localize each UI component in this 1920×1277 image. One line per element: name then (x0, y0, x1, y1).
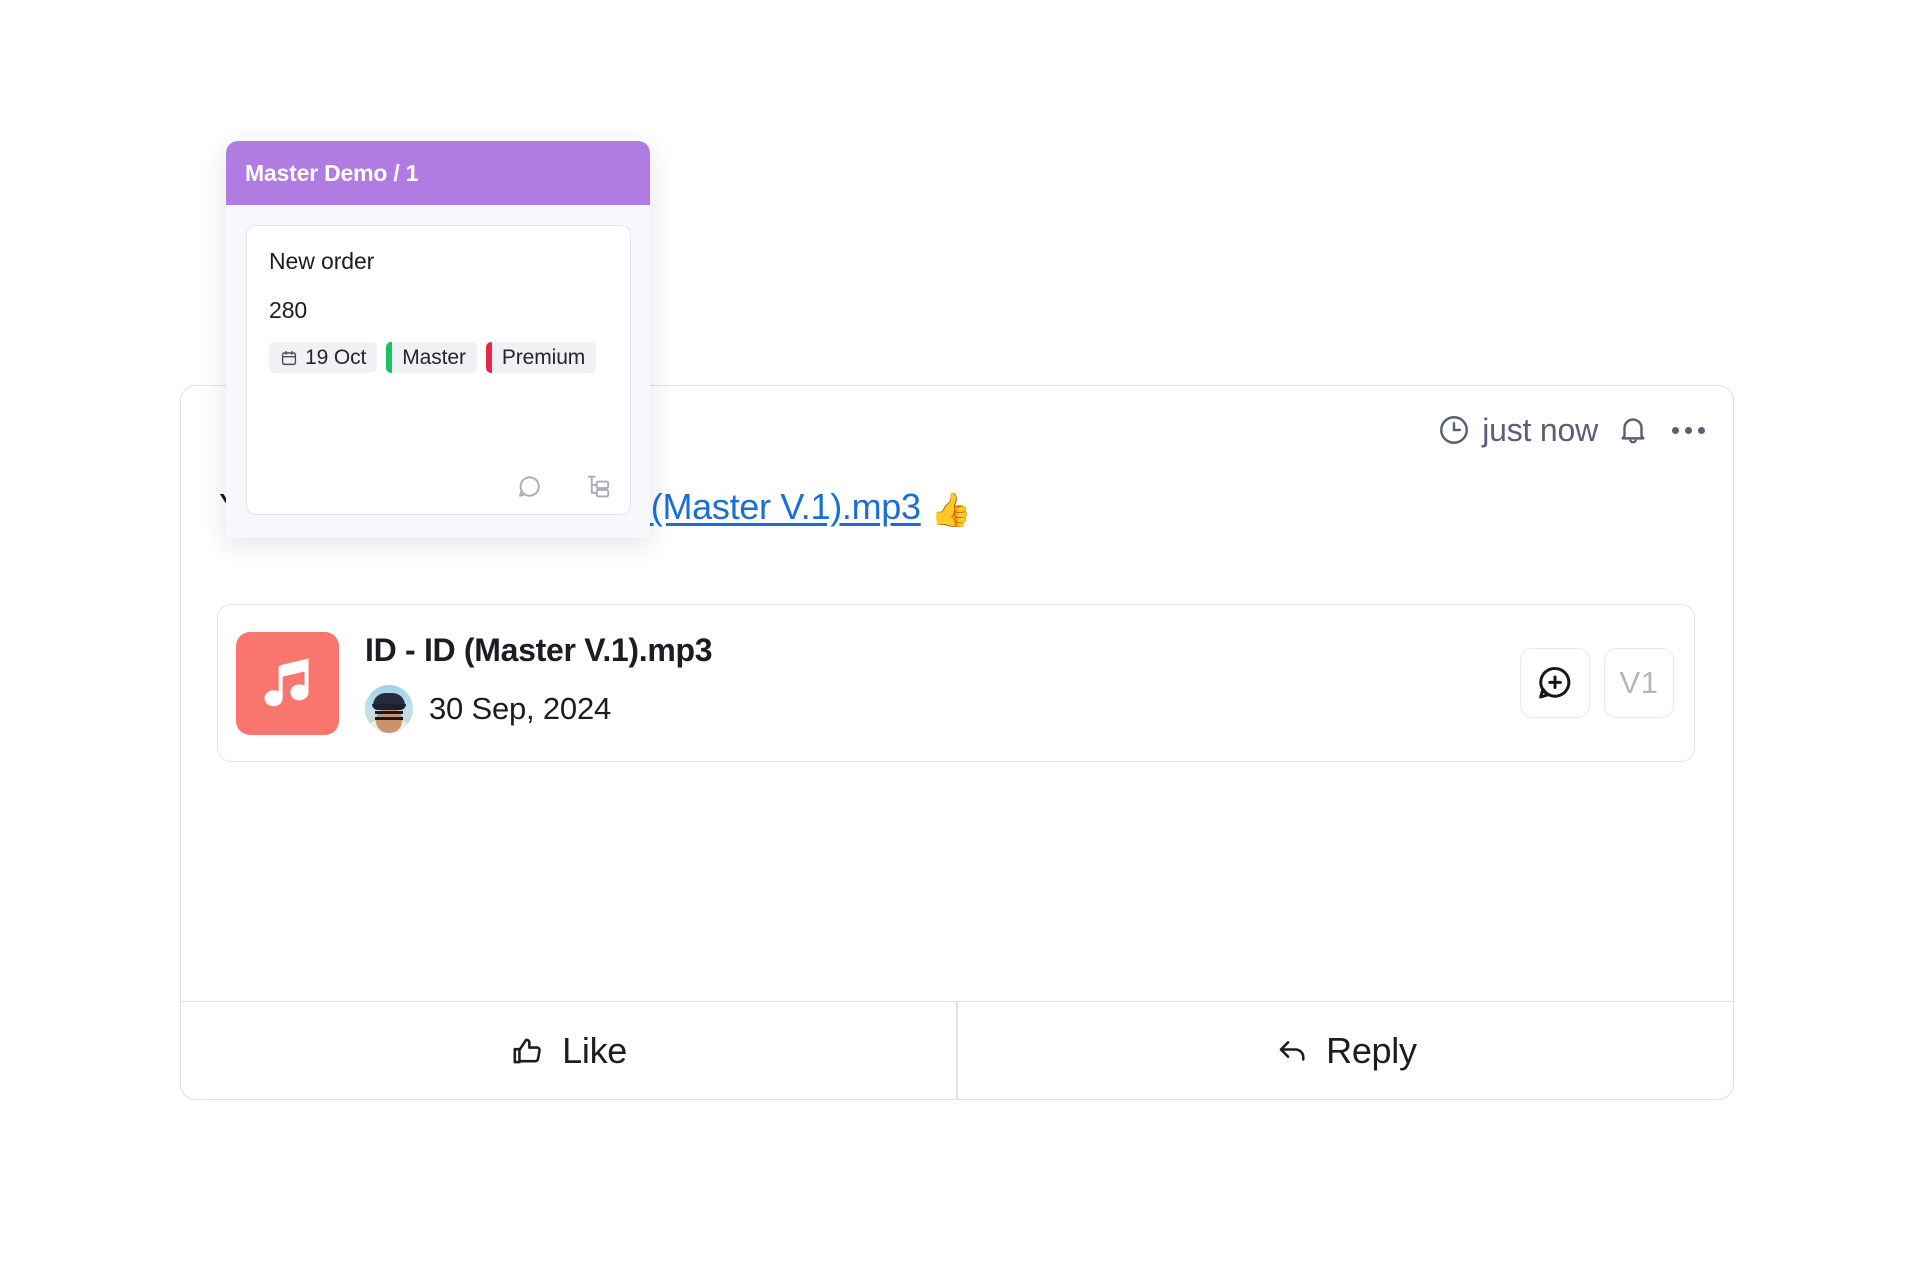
chip-date[interactable]: 19 Oct (269, 342, 378, 373)
attachment-meta: ID - ID (Master V.1).mp3 30 Sep, 2024 (365, 632, 1520, 733)
task-card-icons (516, 473, 612, 500)
screenshot-root: just now Your demo is ready. ID - ID (Ma… (0, 0, 1920, 1277)
reply-arrow-icon (1274, 1033, 1310, 1069)
like-button[interactable]: Like (181, 1002, 956, 1099)
chip-premium-label: Premium (501, 345, 586, 369)
chip-master[interactable]: Master (386, 342, 477, 373)
timestamp-text: just now (1482, 411, 1598, 448)
thumbs-up-icon (510, 1033, 546, 1069)
popup-title: Master Demo / 1 (245, 159, 419, 186)
attachment-subline: 30 Sep, 2024 (365, 684, 1520, 733)
timestamp-group: just now (1437, 412, 1598, 449)
task-number: 280 (269, 297, 308, 323)
avatar (365, 684, 413, 733)
version-label: V1 (1619, 665, 1659, 700)
task-card[interactable]: New order 280 19 Oct Master Premium (246, 225, 631, 515)
clock-icon (1437, 413, 1471, 447)
version-badge[interactable]: V1 (1604, 648, 1674, 718)
reply-label: Reply (1326, 1029, 1417, 1071)
comment-icon[interactable] (516, 473, 543, 500)
chip-premium[interactable]: Premium (485, 342, 597, 373)
calendar-icon (280, 349, 298, 367)
reply-button[interactable]: Reply (958, 1002, 1733, 1099)
add-comment-icon[interactable] (1520, 648, 1590, 718)
subtask-tree-icon[interactable] (585, 473, 612, 500)
like-label: Like (562, 1029, 628, 1071)
attachment-card[interactable]: ID - ID (Master V.1).mp3 30 Sep, 2024 V1 (217, 604, 1695, 762)
attachment-date: 30 Sep, 2024 (429, 690, 612, 726)
bell-icon[interactable] (1616, 413, 1650, 447)
chip-master-label: Master (402, 345, 466, 369)
comment-card-header: just now (1437, 406, 1709, 454)
chip-color-mark (485, 342, 492, 373)
more-options-icon[interactable] (1668, 421, 1709, 440)
task-preview-popup: Master Demo / 1 New order 280 19 Oct Mas… (226, 141, 650, 538)
popup-header: Master Demo / 1 (226, 141, 650, 205)
thumbs-up-emoji: 👍 (930, 491, 972, 528)
task-title: New order (269, 248, 375, 274)
chip-date-label: 19 Oct (305, 345, 367, 369)
attachment-actions: V1 (1520, 648, 1674, 718)
chip-color-mark (386, 342, 393, 373)
comment-footer: Like Reply (181, 1001, 1733, 1099)
attachment-file-name: ID - ID (Master V.1).mp3 (365, 632, 713, 669)
music-note-icon (236, 631, 339, 735)
task-chips: 19 Oct Master Premium (269, 342, 608, 373)
